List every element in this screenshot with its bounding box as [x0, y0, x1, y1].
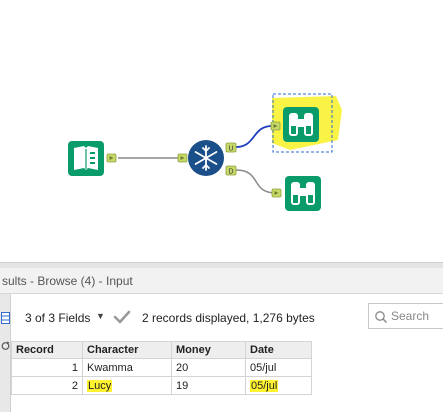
table-row[interactable]: 1 Kwamma 20 05/jul	[11, 358, 312, 377]
table-header-row: Record Character Money Date	[11, 341, 312, 359]
highlighted-value: Lucy	[87, 379, 113, 392]
column-header-record[interactable]: Record	[11, 341, 83, 359]
table-row[interactable]: 2 Lucy 19 05/jul	[11, 376, 312, 395]
join-tool[interactable]: U D	[177, 140, 237, 176]
table-view-icon[interactable]	[1, 312, 10, 324]
cell-date[interactable]: 05/jul	[245, 376, 312, 395]
results-toolbar: 3 of 3 Fields ▼ 2 records displayed, 1,2…	[11, 294, 443, 338]
u-anchor-label: U	[228, 146, 233, 153]
chevron-down-icon[interactable]: ▼	[96, 311, 105, 321]
workflow-drawing: U D	[68, 93, 342, 211]
column-header-date[interactable]: Date	[245, 341, 312, 359]
results-table: Record Character Money Date 1 Kwamma 20 …	[11, 341, 312, 395]
refresh-icon[interactable]	[1, 340, 10, 352]
results-window-title: sults - Browse (4) - Input	[0, 268, 443, 294]
input-book-tool[interactable]	[68, 141, 117, 176]
column-header-money[interactable]: Money	[171, 341, 246, 359]
search-input[interactable]: Search	[368, 303, 443, 329]
workflow-canvas[interactable]: U D	[0, 0, 443, 262]
cell-record[interactable]: 2	[11, 376, 83, 395]
browse-tool-d[interactable]	[271, 176, 321, 211]
highlighted-value: 05/jul	[250, 379, 279, 392]
search-placeholder: Search	[391, 309, 430, 323]
fields-selector[interactable]: 3 of 3 Fields	[25, 311, 90, 325]
results-left-rail	[0, 294, 11, 412]
cell-record[interactable]: 1	[11, 358, 83, 377]
records-summary: 2 records displayed, 1,276 bytes	[142, 311, 315, 325]
d-anchor-label: D	[228, 169, 233, 176]
cell-character[interactable]: Lucy	[82, 376, 172, 395]
checkmark-icon[interactable]	[113, 309, 131, 325]
column-header-character[interactable]: Character	[82, 341, 172, 359]
cell-money[interactable]: 19	[171, 376, 246, 395]
alteryx-window: U D sults - Browse (4) - Input 3 of 3 Fi…	[0, 0, 443, 412]
cell-money[interactable]: 20	[171, 358, 246, 377]
cell-date[interactable]: 05/jul	[245, 358, 312, 377]
cell-character[interactable]: Kwamma	[82, 358, 172, 377]
search-icon	[375, 311, 388, 324]
connector-join-d-to-browse	[235, 169, 277, 194]
connector-join-u-to-browse	[235, 125, 273, 148]
